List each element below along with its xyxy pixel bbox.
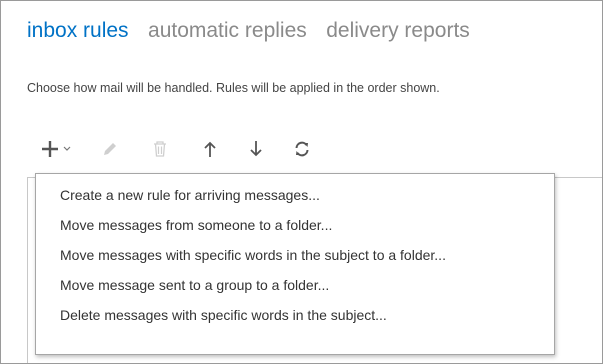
pencil-icon — [104, 143, 116, 155]
menu-item-move-from-someone[interactable]: Move messages from someone to a folder..… — [36, 210, 554, 240]
rules-description: Choose how mail will be handled. Rules w… — [27, 81, 440, 95]
tab-automatic-replies[interactable]: automatic replies — [148, 19, 307, 42]
refresh-button[interactable] — [289, 135, 315, 163]
menu-item-move-specific-words[interactable]: Move messages with specific words in the… — [36, 240, 554, 270]
new-rule-dropdown-button[interactable] — [61, 135, 73, 163]
arrow-down-icon — [250, 141, 262, 157]
plus-icon — [42, 141, 58, 157]
move-down-button[interactable] — [243, 135, 269, 163]
tab-bar: inbox rules automatic replies delivery r… — [27, 19, 485, 43]
chevron-down-icon — [63, 146, 71, 151]
inbox-rules-panel: inbox rules automatic replies delivery r… — [0, 0, 603, 364]
menu-item-delete-specific-words[interactable]: Delete messages with specific words in t… — [36, 300, 554, 330]
trash-icon — [154, 141, 166, 157]
tab-delivery-reports[interactable]: delivery reports — [326, 19, 470, 42]
move-up-button[interactable] — [197, 135, 223, 163]
menu-item-move-sent-to-group[interactable]: Move message sent to a group to a folder… — [36, 270, 554, 300]
new-rule-button[interactable] — [37, 135, 63, 163]
new-rule-menu: Create a new rule for arriving messages.… — [35, 173, 555, 355]
menu-item-create-new-rule[interactable]: Create a new rule for arriving messages.… — [36, 180, 554, 210]
edit-rule-button[interactable] — [97, 135, 123, 163]
delete-rule-button[interactable] — [147, 135, 173, 163]
refresh-icon — [295, 141, 309, 157]
arrow-up-icon — [204, 141, 216, 157]
tab-inbox-rules[interactable]: inbox rules — [27, 19, 129, 42]
